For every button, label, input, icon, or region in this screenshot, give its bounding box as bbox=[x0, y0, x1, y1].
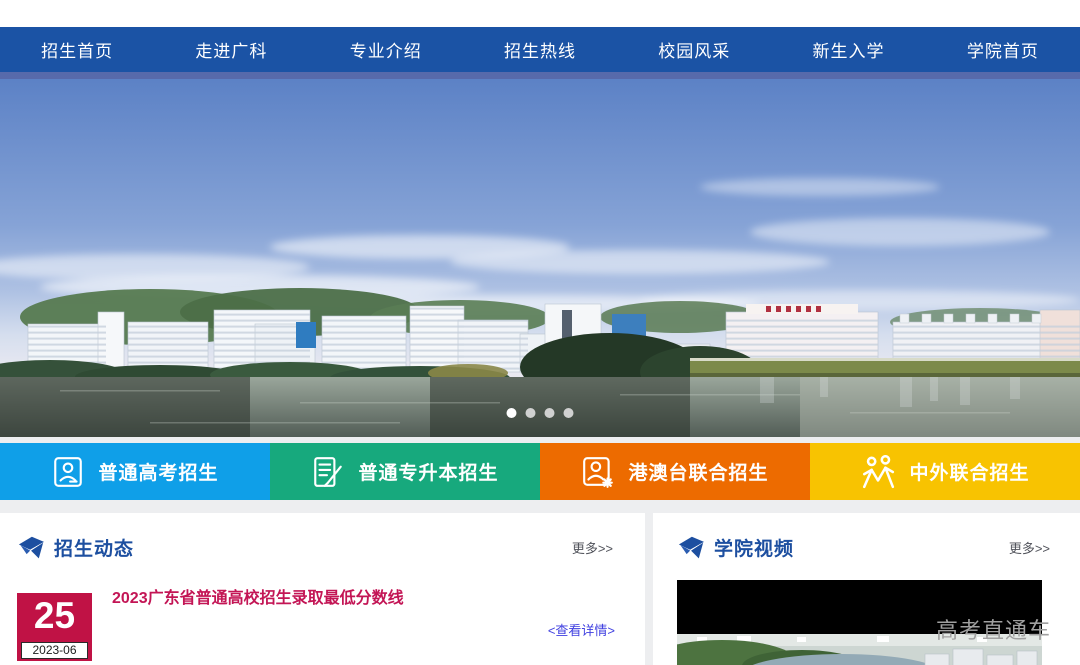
document-pencil-icon bbox=[311, 455, 345, 489]
hero-carousel bbox=[0, 72, 1080, 437]
nav-item-freshman[interactable]: 新生入学 bbox=[771, 27, 925, 72]
news-item-title[interactable]: 2023广东省普通高校招生录取最低分数线 bbox=[112, 589, 404, 609]
news-more-link[interactable]: 更多>> bbox=[572, 538, 613, 557]
news-date-badge: 25 2023-06 bbox=[17, 593, 92, 661]
main-nav: 招生首页 走进广科 专业介绍 招生热线 校园风采 新生入学 学院首页 bbox=[0, 27, 1080, 72]
carousel-dot-3[interactable] bbox=[545, 408, 555, 418]
nav-item-admissions-home[interactable]: 招生首页 bbox=[0, 27, 154, 72]
banner-label: 中外联合招生 bbox=[909, 458, 1029, 485]
news-date-month: 2023-06 bbox=[21, 642, 88, 659]
nav-item-campus-scenery[interactable]: 校园风采 bbox=[617, 27, 771, 72]
top-white-strip bbox=[0, 0, 1080, 27]
video-caption-text: 高考直通车 bbox=[936, 613, 1051, 645]
graduation-cap-icon bbox=[17, 535, 45, 561]
nav-item-about-college[interactable]: 走进广科 bbox=[154, 27, 308, 72]
nav-item-hotline[interactable]: 招生热线 bbox=[463, 27, 617, 72]
campus-panorama-image bbox=[0, 72, 1080, 437]
admissions-news-panel: 招生动态 更多>> 25 2023-06 2023广东省普通高校招生录取最低分数… bbox=[0, 513, 645, 665]
nav-item-college-home[interactable]: 学院首页 bbox=[926, 27, 1080, 72]
id-card-person-icon bbox=[51, 455, 85, 489]
video-thumbnail[interactable]: 高考直通车 bbox=[677, 580, 1042, 665]
carousel-dots bbox=[507, 408, 574, 418]
banner-zhuanshengben-admissions[interactable]: 普通专升本招生 bbox=[270, 443, 540, 500]
banner-label: 港澳台联合招生 bbox=[628, 458, 768, 485]
video-more-link[interactable]: 更多>> bbox=[1009, 538, 1050, 557]
banner-label: 普通高考招生 bbox=[98, 458, 218, 485]
nav-item-majors[interactable]: 专业介绍 bbox=[309, 27, 463, 72]
banner-sino-foreign-admissions[interactable]: 中外联合招生 bbox=[810, 443, 1080, 500]
banner-gaokao-admissions[interactable]: 普通高考招生 bbox=[0, 443, 270, 500]
person-star-icon bbox=[581, 455, 615, 489]
video-section-title: 学院视频 bbox=[714, 534, 794, 561]
news-section-header: 招生动态 更多>> bbox=[0, 513, 645, 561]
carousel-dot-4[interactable] bbox=[564, 408, 574, 418]
graduation-cap-icon bbox=[677, 535, 705, 561]
carousel-dot-2[interactable] bbox=[526, 408, 536, 418]
quick-link-banners: 普通高考招生 普通专升本招生 港澳台联合招生 中外联合招生 bbox=[0, 443, 1080, 500]
banner-label: 普通专升本招生 bbox=[358, 458, 498, 485]
video-section-header: 学院视频 更多>> bbox=[653, 513, 1080, 561]
news-list-item: 25 2023-06 2023广东省普通高校招生录取最低分数线 <查看详情> bbox=[0, 587, 645, 661]
college-video-panel: 学院视频 更多>> bbox=[653, 513, 1080, 665]
news-detail-link[interactable]: <查看详情> bbox=[548, 620, 615, 639]
news-date-day: 25 bbox=[17, 593, 92, 639]
carousel-dot-1[interactable] bbox=[507, 408, 517, 418]
content-row: 招生动态 更多>> 25 2023-06 2023广东省普通高校招生录取最低分数… bbox=[0, 513, 1080, 665]
news-section-title: 招生动态 bbox=[54, 534, 134, 561]
banner-hk-macau-taiwan-admissions[interactable]: 港澳台联合招生 bbox=[540, 443, 810, 500]
people-group-icon bbox=[860, 455, 896, 489]
